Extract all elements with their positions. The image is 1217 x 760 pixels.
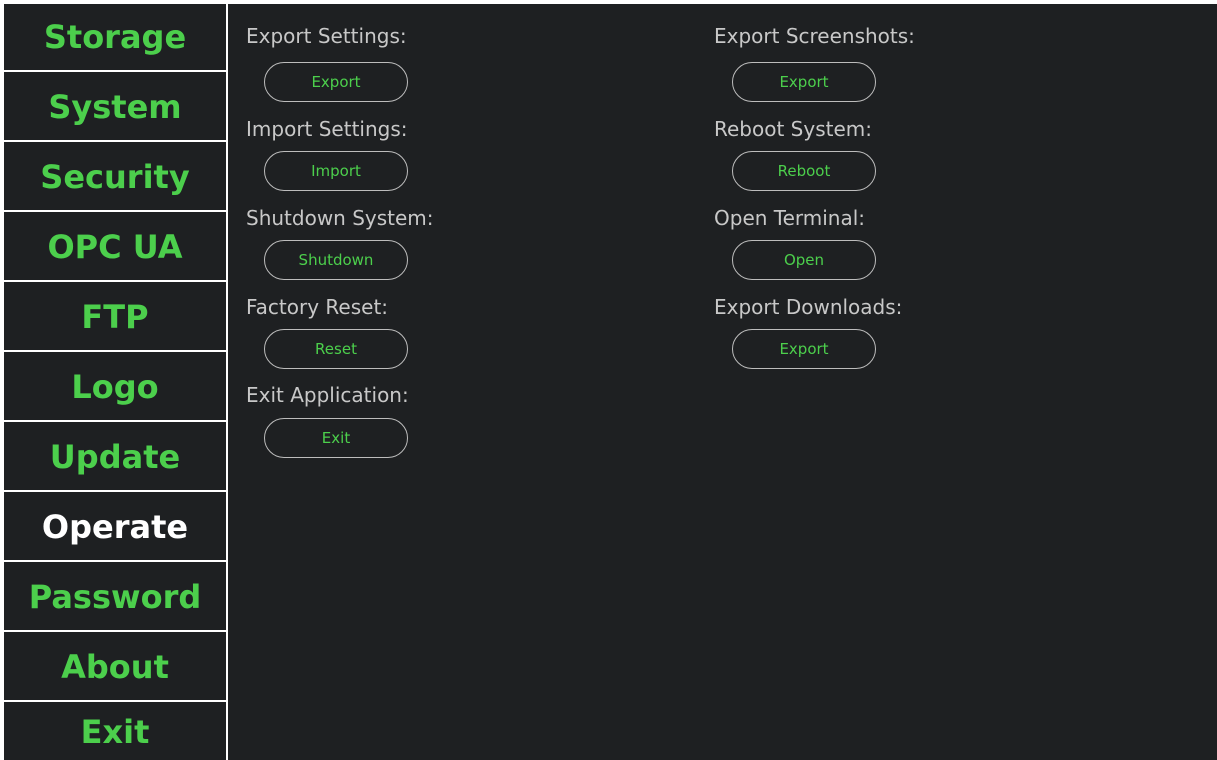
- sidebar-nav: Storage System Security OPC UA FTP Logo …: [4, 4, 226, 760]
- export-downloads-label: Export Downloads:: [714, 295, 903, 319]
- sidebar-item-storage[interactable]: Storage: [4, 4, 226, 72]
- reboot-system-label: Reboot System:: [714, 117, 872, 141]
- export-downloads-button[interactable]: Export: [732, 329, 876, 369]
- reboot-button[interactable]: Reboot: [732, 151, 876, 191]
- factory-reset-button[interactable]: Reset: [264, 329, 408, 369]
- sidebar-item-exit[interactable]: Exit: [4, 704, 226, 760]
- sidebar-item-ftp[interactable]: FTP: [4, 284, 226, 352]
- sidebar-item-logo[interactable]: Logo: [4, 354, 226, 422]
- sidebar-item-security[interactable]: Security: [4, 144, 226, 212]
- export-screenshots-button[interactable]: Export: [732, 62, 876, 102]
- shutdown-system-label: Shutdown System:: [246, 206, 434, 230]
- sidebar-item-update[interactable]: Update: [4, 424, 226, 492]
- open-terminal-button[interactable]: Open: [732, 240, 876, 280]
- open-terminal-label: Open Terminal:: [714, 206, 866, 230]
- shutdown-button[interactable]: Shutdown: [264, 240, 408, 280]
- export-screenshots-label: Export Screenshots:: [714, 24, 915, 48]
- sidebar-item-about[interactable]: About: [4, 634, 226, 702]
- operate-panel: Export Settings: Export Import Settings:…: [228, 4, 1217, 760]
- import-settings-button[interactable]: Import: [264, 151, 408, 191]
- factory-reset-label: Factory Reset:: [246, 295, 389, 319]
- exit-application-label: Exit Application:: [246, 383, 409, 407]
- sidebar-item-password[interactable]: Password: [4, 564, 226, 632]
- sidebar-item-operate[interactable]: Operate: [4, 494, 226, 562]
- export-settings-button[interactable]: Export: [264, 62, 408, 102]
- sidebar-item-system[interactable]: System: [4, 74, 226, 142]
- sidebar-item-opc-ua[interactable]: OPC UA: [4, 214, 226, 282]
- exit-application-button[interactable]: Exit: [264, 418, 408, 458]
- export-settings-label: Export Settings:: [246, 24, 407, 48]
- import-settings-label: Import Settings:: [246, 117, 408, 141]
